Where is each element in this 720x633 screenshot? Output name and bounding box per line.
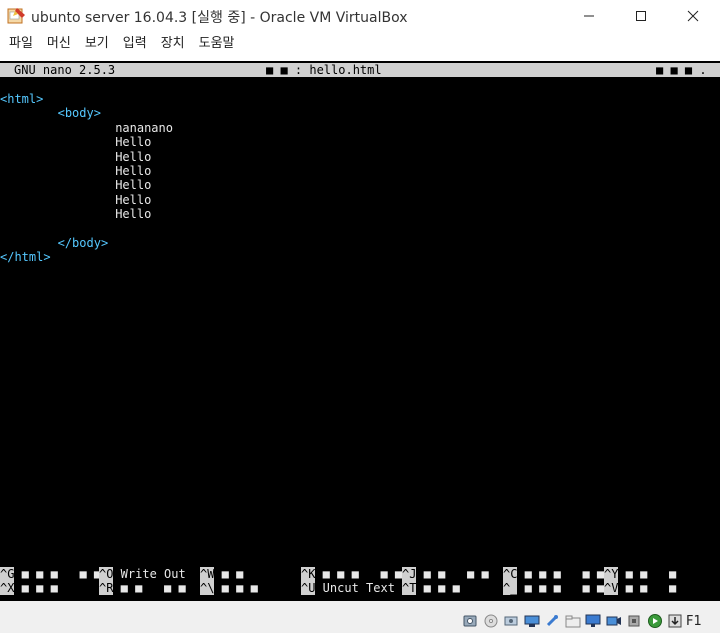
code-line-text: Hello	[115, 207, 152, 222]
shortcut-key: ^W	[200, 567, 215, 581]
menu-view[interactable]: 보기	[80, 32, 114, 56]
shared-folders-icon[interactable]	[565, 613, 581, 629]
shortcut-label: ■ ■ ■ ■	[416, 567, 489, 581]
shortcut-key: ^R	[99, 581, 114, 595]
menu-bar: 파일 머신 보기 입력 장치 도움말	[0, 32, 720, 56]
shortcut-item: ^Y ■ ■ ■	[604, 567, 676, 581]
code-line-text: Hello	[115, 178, 152, 193]
shortcut-item: ^X ■ ■ ■	[0, 581, 58, 595]
nano-modified-marks: ■ ■ ■ .	[656, 63, 707, 77]
shortcut-key: ^X	[0, 581, 15, 595]
optical-drive-icon[interactable]	[483, 613, 499, 629]
window-titlebar[interactable]: ubunto server 16.04.3 [실행 중] - Oracle VM…	[0, 0, 720, 32]
code-line-text: Hello	[115, 149, 152, 164]
shortcut-key: ^J	[402, 567, 417, 581]
nano-filename: ■ ■ : hello.html	[266, 63, 382, 77]
maximize-button[interactable]	[618, 0, 664, 32]
usb-icon[interactable]	[544, 613, 560, 629]
code-line-text: Hello	[115, 192, 152, 207]
shortcut-label: ■ ■ ■	[618, 581, 677, 595]
close-button[interactable]	[670, 0, 716, 32]
shortcut-key: ^O	[99, 567, 114, 581]
shortcut-key: ^K	[301, 567, 316, 581]
shortcut-item: ^R ■ ■ ■ ■	[99, 581, 186, 595]
shortcut-item: ^G ■ ■ ■ ■ ■	[0, 567, 101, 581]
menu-devices[interactable]: 장치	[156, 32, 190, 56]
shortcut-label: ■ ■ ■	[618, 567, 677, 581]
shortcut-key: ^\	[200, 581, 215, 595]
shortcut-label: ■ ■ ■	[416, 581, 460, 595]
video-capture-icon[interactable]	[606, 613, 622, 629]
vm-status-bar: F1	[0, 601, 720, 633]
shortcut-item: ^U Uncut Text	[301, 581, 395, 595]
shortcut-key: ^V	[604, 581, 619, 595]
shortcut-label: Uncut Text	[315, 581, 395, 595]
keyboard-icon[interactable]	[667, 613, 683, 629]
minimize-icon	[584, 15, 594, 17]
shortcut-label: ■ ■ ■ ■ ■	[14, 567, 102, 581]
audio-icon[interactable]	[503, 613, 519, 629]
menu-machine[interactable]: 머신	[42, 32, 76, 56]
mouse-integration-icon[interactable]	[647, 613, 663, 629]
network-icon[interactable]	[524, 613, 540, 629]
shortcut-label: ■ ■ ■	[214, 581, 258, 595]
display-icon[interactable]	[585, 613, 601, 629]
menu-help[interactable]: 도움말	[194, 32, 240, 56]
cpu-icon[interactable]	[626, 613, 642, 629]
nano-title-bar: GNU nano 2.5.3 ■ ■ : hello.html ■ ■ ■ .	[0, 63, 720, 77]
menu-file[interactable]: 파일	[4, 32, 38, 56]
shortcut-item: ^C ■ ■ ■ ■ ■	[503, 567, 604, 581]
shortcut-key: ^T	[402, 581, 417, 595]
shortcut-item: ^J ■ ■ ■ ■	[402, 567, 489, 581]
code-line-text: Hello	[115, 135, 152, 150]
host-key-label: F1	[686, 614, 702, 629]
shortcut-label: ■ ■ ■	[14, 581, 58, 595]
maximize-icon	[636, 11, 646, 21]
shortcut-key: ^_	[503, 581, 518, 595]
shortcut-label: Write Out	[113, 567, 186, 581]
code-line-text: nananano	[115, 120, 173, 135]
code-line-tag: <body>	[57, 106, 101, 121]
shortcut-label: ■ ■	[214, 567, 244, 581]
shortcut-label: ■ ■ ■ ■	[113, 581, 186, 595]
shortcut-item: ^O Write Out	[99, 567, 186, 581]
shortcut-label: ■ ■ ■ ■ ■	[517, 567, 605, 581]
code-line-tag: </body>	[57, 236, 109, 250]
shortcut-key: ^U	[301, 581, 316, 595]
shortcut-item: ^V ■ ■ ■	[604, 581, 676, 595]
close-icon	[687, 10, 699, 22]
shortcut-item: ^K ■ ■ ■ ■ ■	[301, 567, 402, 581]
shortcut-label: ■ ■ ■ ■ ■	[517, 581, 605, 595]
shortcut-item: ^T ■ ■ ■	[402, 581, 460, 595]
shortcut-label: ■ ■ ■ ■ ■	[315, 567, 403, 581]
shortcut-item: ^\ ■ ■ ■	[200, 581, 258, 595]
shortcut-key: ^G	[0, 567, 15, 581]
minimize-button[interactable]	[566, 0, 612, 32]
shortcut-key: ^Y	[604, 567, 619, 581]
nano-version: GNU nano 2.5.3	[14, 63, 116, 77]
window-title: ubunto server 16.04.3 [실행 중] - Oracle VM…	[31, 10, 408, 26]
hard-disk-icon[interactable]	[462, 613, 478, 629]
shortcut-item: ^_ ■ ■ ■ ■ ■	[503, 581, 604, 595]
code-line-tag: </html>	[0, 250, 51, 265]
code-line-tag: <html>	[0, 92, 44, 106]
code-line-text: Hello	[115, 164, 152, 178]
shortcut-key: ^C	[503, 567, 518, 581]
menu-input[interactable]: 입력	[118, 32, 152, 56]
virtualbox-app-icon	[7, 8, 25, 24]
shortcut-item: ^W ■ ■	[200, 567, 243, 581]
vm-screen[interactable]: GNU nano 2.5.3 ■ ■ : hello.html ■ ■ ■ . …	[0, 61, 720, 601]
